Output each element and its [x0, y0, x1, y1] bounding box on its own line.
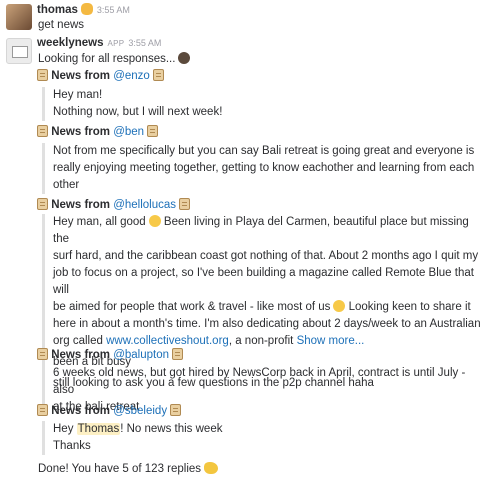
scroll-icon	[179, 198, 191, 210]
scroll-icon	[37, 198, 48, 210]
news-header-balupton: News from @balupton	[37, 348, 184, 361]
news-header-enzo: News from @enzo	[37, 69, 165, 82]
grin-emoji-icon	[333, 300, 346, 312]
username[interactable]: weeklynews	[37, 37, 103, 49]
message-text: Looking for all responses...	[38, 53, 176, 65]
mention-link[interactable]: @sbeleidy	[113, 405, 167, 417]
scroll-icon	[37, 125, 48, 137]
mention-highlight[interactable]: Thomas	[76, 423, 121, 435]
message-text: get news	[38, 19, 85, 31]
mention-link[interactable]: @hellolucas	[113, 199, 176, 211]
scroll-icon	[147, 125, 159, 137]
website-link[interactable]: www.collectiveshout.org	[106, 335, 229, 347]
app-badge: APP	[107, 39, 125, 48]
news-header-hellolucas: News from @hellolucas	[37, 198, 191, 211]
avatar[interactable]	[6, 38, 32, 64]
mention-link[interactable]: @ben	[113, 126, 144, 138]
footer-message: Done! You have 5 of 123 replies	[38, 462, 219, 475]
news-header-sbeleidy: News from @sbeleidy	[37, 404, 182, 417]
mention-link[interactable]: @balupton	[113, 349, 169, 361]
news-quote-enzo: Hey man! Nothing now, but I will next we…	[42, 87, 487, 121]
scroll-icon	[172, 348, 184, 360]
fist-emoji-icon	[80, 3, 93, 15]
timestamp[interactable]: 3:55 AM	[128, 38, 161, 48]
show-more-link[interactable]: Show more...	[297, 335, 365, 347]
mention-link[interactable]: @enzo	[113, 70, 150, 82]
scroll-icon	[37, 348, 48, 360]
scroll-icon	[37, 404, 48, 416]
news-quote-ben: Not from me specifically but you can say…	[42, 143, 487, 194]
clap-emoji-icon	[204, 462, 219, 474]
smile-emoji-icon	[148, 215, 161, 227]
scroll-icon	[153, 69, 165, 81]
timestamp[interactable]: 3:55 AM	[97, 5, 130, 15]
detective-emoji-icon	[178, 52, 191, 64]
scroll-icon	[37, 69, 48, 81]
scroll-icon	[170, 404, 182, 416]
username[interactable]: thomas	[37, 4, 78, 16]
avatar[interactable]	[6, 4, 32, 30]
news-header-ben: News from @ben	[37, 125, 159, 138]
news-quote-sbeleidy: Hey Thomas! No news this week Thanks	[42, 421, 487, 455]
